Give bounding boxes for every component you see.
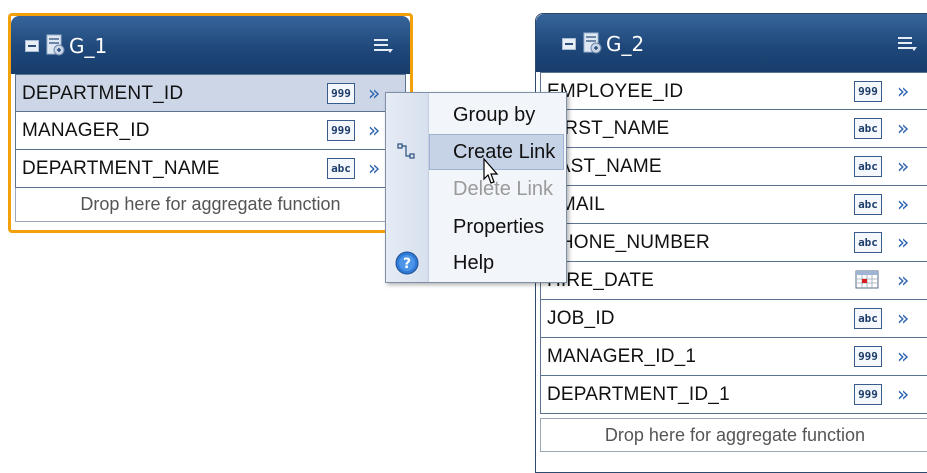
context-menu[interactable]: Group by Create Link Delete Link Propert… (385, 92, 567, 283)
column-row[interactable]: DEPARTMENT_ID 999 » (15, 74, 406, 112)
double-chevron-right-icon[interactable]: » (368, 118, 380, 142)
double-chevron-right-icon[interactable]: » (368, 81, 380, 105)
double-chevron-right-icon[interactable]: » (897, 116, 909, 140)
column-row[interactable]: PHONE_NUMBER abc » (540, 224, 927, 262)
double-chevron-right-icon[interactable]: » (897, 268, 909, 292)
column-name: MANAGER_ID_1 (547, 346, 697, 367)
data-group-g2[interactable]: G_2 EMPLOYEE_ID 999 » FIRST_NAME abc » L… (535, 13, 927, 473)
menu-item-properties[interactable]: Properties (429, 209, 564, 245)
column-name: DEPARTMENT_NAME (22, 158, 220, 179)
double-chevron-right-icon[interactable]: » (897, 344, 909, 368)
mouse-pointer-icon (482, 157, 499, 184)
column-row[interactable]: MANAGER_ID_1 999 » (540, 338, 927, 376)
column-name: DEPARTMENT_ID (22, 83, 184, 104)
column-name: MANAGER_ID (22, 120, 150, 141)
text-type-icon: abc (854, 156, 882, 177)
column-name: JOB_ID (547, 308, 615, 329)
help-icon: ? (395, 251, 419, 275)
group-title: G_2 (606, 32, 645, 56)
double-chevron-right-icon[interactable]: » (897, 306, 909, 330)
text-type-icon: abc (854, 308, 882, 329)
double-chevron-right-icon[interactable]: » (368, 156, 380, 180)
column-row[interactable]: HIRE_DATE » (540, 262, 927, 300)
menu-list-icon[interactable] (896, 35, 918, 53)
number-type-icon: 999 (854, 384, 882, 405)
link-icon (397, 143, 415, 159)
aggregate-drop-zone[interactable]: Drop here for aggregate function (540, 418, 927, 452)
number-type-icon: 999 (854, 346, 882, 367)
double-chevron-right-icon[interactable]: » (897, 230, 909, 254)
column-name: PHONE_NUMBER (547, 232, 710, 253)
column-row[interactable]: JOB_ID abc » (540, 300, 927, 338)
number-type-icon: 999 (327, 83, 355, 104)
menu-item-group-by[interactable]: Group by (429, 97, 564, 133)
collapse-icon[interactable] (25, 40, 39, 52)
column-row[interactable]: DEPARTMENT_NAME abc » (15, 150, 406, 188)
column-row[interactable]: EMPLOYEE_ID 999 » (540, 72, 927, 110)
column-row[interactable]: FIRST_NAME abc » (540, 110, 927, 148)
collapse-icon[interactable] (562, 38, 576, 50)
double-chevron-right-icon[interactable]: » (897, 79, 909, 103)
menu-list-icon[interactable] (372, 37, 394, 55)
column-row[interactable]: MANAGER_ID 999 » (15, 112, 406, 150)
column-row[interactable]: EMAIL abc » (540, 186, 927, 224)
calendar-icon (855, 270, 879, 289)
menu-item-help[interactable]: Help (429, 245, 564, 281)
column-row[interactable]: LAST_NAME abc » (540, 148, 927, 186)
number-type-icon: 999 (854, 81, 882, 102)
svg-text:?: ? (403, 256, 411, 272)
column-row[interactable]: DEPARTMENT_ID_1 999 » (540, 376, 927, 414)
aggregate-drop-zone[interactable]: Drop here for aggregate function (15, 188, 406, 222)
group-header[interactable]: G_2 (536, 14, 927, 72)
group-header[interactable]: G_1 (11, 16, 410, 74)
double-chevron-right-icon[interactable]: » (897, 382, 909, 406)
group-title: G_1 (69, 34, 108, 58)
column-name: DEPARTMENT_ID_1 (547, 384, 730, 405)
data-group-g1[interactable]: G_1 DEPARTMENT_ID 999 » MANAGER_ID 999 »… (8, 13, 413, 233)
double-chevron-right-icon[interactable]: » (897, 154, 909, 178)
column-name: EMPLOYEE_ID (547, 81, 684, 102)
text-type-icon: abc (854, 232, 882, 253)
text-type-icon: abc (854, 194, 882, 215)
text-type-icon: abc (327, 158, 355, 179)
double-chevron-right-icon[interactable]: » (897, 192, 909, 216)
text-type-icon: abc (854, 118, 882, 139)
number-type-icon: 999 (327, 120, 355, 141)
data-group-icon (46, 34, 65, 56)
data-group-icon (583, 32, 602, 54)
